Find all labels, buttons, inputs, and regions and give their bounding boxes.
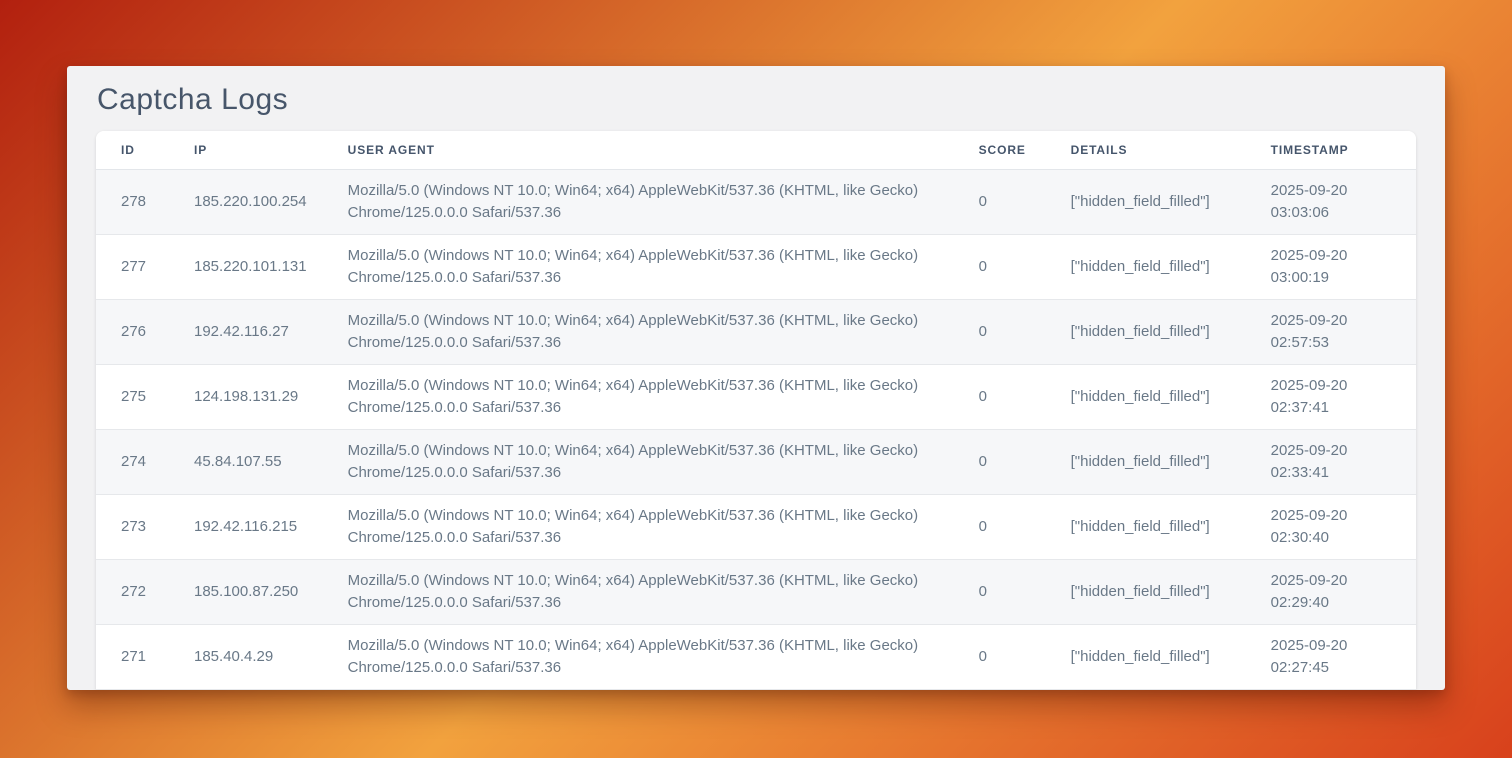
column-header-timestamp: TIMESTAMP xyxy=(1246,131,1416,170)
column-header-user-agent: USER AGENT xyxy=(323,131,954,170)
cell-id: 271 xyxy=(96,625,169,690)
cell-id: 276 xyxy=(96,300,169,365)
cell-timestamp: 2025-09-20 02:37:41 xyxy=(1246,365,1416,430)
cell-score: 0 xyxy=(954,170,1046,235)
table-row: 278 185.220.100.254 Mozilla/5.0 (Windows… xyxy=(96,170,1416,235)
cell-details: ["hidden_field_filled"] xyxy=(1046,625,1246,690)
cell-score: 0 xyxy=(954,300,1046,365)
cell-timestamp: 2025-09-20 03:03:06 xyxy=(1246,170,1416,235)
cell-timestamp: 2025-09-20 02:57:53 xyxy=(1246,300,1416,365)
cell-score: 0 xyxy=(954,430,1046,495)
table-row: 272 185.100.87.250 Mozilla/5.0 (Windows … xyxy=(96,560,1416,625)
column-header-id: ID xyxy=(96,131,169,170)
cell-ip: 192.42.116.215 xyxy=(169,495,323,560)
captcha-logs-card: Captcha Logs ID IP USER AGENT SCORE DETA… xyxy=(67,66,1445,690)
cell-id: 272 xyxy=(96,560,169,625)
cell-timestamp: 2025-09-20 03:00:19 xyxy=(1246,235,1416,300)
logs-table-container: ID IP USER AGENT SCORE DETAILS TIMESTAMP… xyxy=(96,131,1416,690)
table-row: 273 192.42.116.215 Mozilla/5.0 (Windows … xyxy=(96,495,1416,560)
cell-score: 0 xyxy=(954,560,1046,625)
cell-user-agent: Mozilla/5.0 (Windows NT 10.0; Win64; x64… xyxy=(323,235,954,300)
cell-timestamp: 2025-09-20 02:33:41 xyxy=(1246,430,1416,495)
cell-user-agent: Mozilla/5.0 (Windows NT 10.0; Win64; x64… xyxy=(323,170,954,235)
table-header-row: ID IP USER AGENT SCORE DETAILS TIMESTAMP xyxy=(96,131,1416,170)
cell-id: 273 xyxy=(96,495,169,560)
cell-score: 0 xyxy=(954,495,1046,560)
table-row: 277 185.220.101.131 Mozilla/5.0 (Windows… xyxy=(96,235,1416,300)
table-header: ID IP USER AGENT SCORE DETAILS TIMESTAMP xyxy=(96,131,1416,170)
cell-details: ["hidden_field_filled"] xyxy=(1046,235,1246,300)
table-row: 271 185.40.4.29 Mozilla/5.0 (Windows NT … xyxy=(96,625,1416,690)
cell-timestamp: 2025-09-20 02:29:40 xyxy=(1246,560,1416,625)
cell-details: ["hidden_field_filled"] xyxy=(1046,365,1246,430)
cell-score: 0 xyxy=(954,625,1046,690)
cell-score: 0 xyxy=(954,365,1046,430)
table-row: 274 45.84.107.55 Mozilla/5.0 (Windows NT… xyxy=(96,430,1416,495)
cell-details: ["hidden_field_filled"] xyxy=(1046,495,1246,560)
cell-timestamp: 2025-09-20 02:27:45 xyxy=(1246,625,1416,690)
cell-id: 275 xyxy=(96,365,169,430)
column-header-ip: IP xyxy=(169,131,323,170)
cell-details: ["hidden_field_filled"] xyxy=(1046,560,1246,625)
table-row: 275 124.198.131.29 Mozilla/5.0 (Windows … xyxy=(96,365,1416,430)
cell-user-agent: Mozilla/5.0 (Windows NT 10.0; Win64; x64… xyxy=(323,625,954,690)
cell-user-agent: Mozilla/5.0 (Windows NT 10.0; Win64; x64… xyxy=(323,430,954,495)
cell-ip: 185.100.87.250 xyxy=(169,560,323,625)
page-title: Captcha Logs xyxy=(67,66,1445,119)
cell-timestamp: 2025-09-20 02:30:40 xyxy=(1246,495,1416,560)
cell-id: 274 xyxy=(96,430,169,495)
cell-ip: 185.220.101.131 xyxy=(169,235,323,300)
cell-ip: 185.40.4.29 xyxy=(169,625,323,690)
cell-ip: 192.42.116.27 xyxy=(169,300,323,365)
cell-ip: 124.198.131.29 xyxy=(169,365,323,430)
logs-table: ID IP USER AGENT SCORE DETAILS TIMESTAMP… xyxy=(96,131,1416,690)
cell-user-agent: Mozilla/5.0 (Windows NT 10.0; Win64; x64… xyxy=(323,365,954,430)
cell-details: ["hidden_field_filled"] xyxy=(1046,430,1246,495)
cell-id: 277 xyxy=(96,235,169,300)
cell-score: 0 xyxy=(954,235,1046,300)
cell-ip: 45.84.107.55 xyxy=(169,430,323,495)
column-header-details: DETAILS xyxy=(1046,131,1246,170)
cell-id: 278 xyxy=(96,170,169,235)
cell-user-agent: Mozilla/5.0 (Windows NT 10.0; Win64; x64… xyxy=(323,495,954,560)
table-row: 276 192.42.116.27 Mozilla/5.0 (Windows N… xyxy=(96,300,1416,365)
column-header-score: SCORE xyxy=(954,131,1046,170)
cell-user-agent: Mozilla/5.0 (Windows NT 10.0; Win64; x64… xyxy=(323,560,954,625)
cell-ip: 185.220.100.254 xyxy=(169,170,323,235)
cell-details: ["hidden_field_filled"] xyxy=(1046,300,1246,365)
cell-user-agent: Mozilla/5.0 (Windows NT 10.0; Win64; x64… xyxy=(323,300,954,365)
cell-details: ["hidden_field_filled"] xyxy=(1046,170,1246,235)
table-body: 278 185.220.100.254 Mozilla/5.0 (Windows… xyxy=(96,170,1416,690)
